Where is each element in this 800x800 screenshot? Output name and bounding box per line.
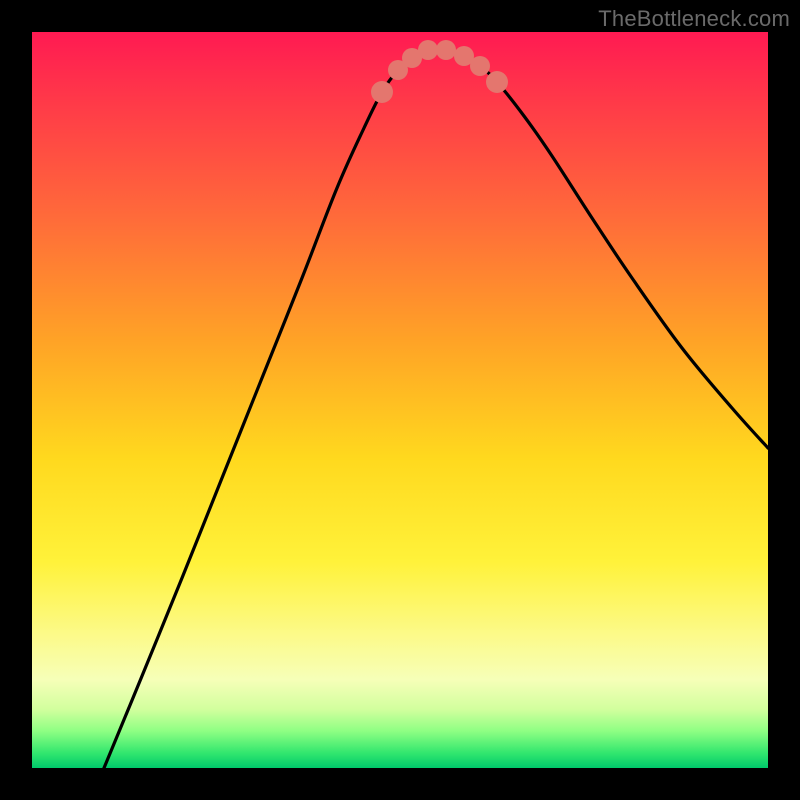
curve-marker [436,40,456,60]
curve-marker [470,56,490,76]
plot-area [32,32,768,768]
bottleneck-curve [104,49,768,768]
curve-marker [486,71,508,93]
watermark-text: TheBottleneck.com [598,6,790,32]
curve-marker [418,40,438,60]
curve-marker [371,81,393,103]
curve-layer [32,32,768,768]
chart-frame: TheBottleneck.com [0,0,800,800]
